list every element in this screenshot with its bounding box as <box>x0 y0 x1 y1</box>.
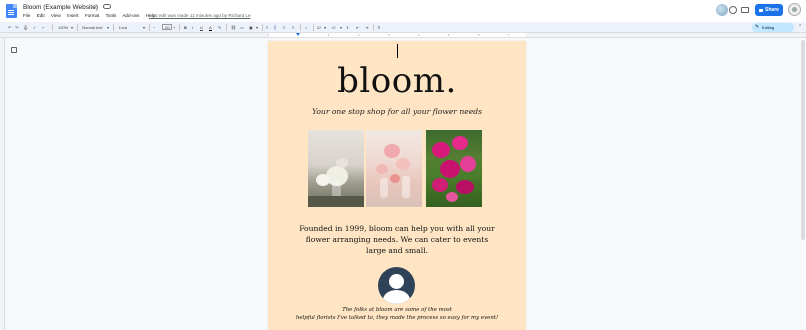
bold-button[interactable]: B <box>184 24 187 31</box>
increase-font-size-button[interactable]: + <box>173 24 175 31</box>
indent-increase-icon[interactable]: ⇥ <box>365 24 368 31</box>
business-description: Founded in 1999, bloom can help you with… <box>299 224 495 255</box>
account-avatar[interactable] <box>788 3 801 16</box>
justify-icon[interactable]: ≡ <box>292 24 294 31</box>
italic-button[interactable]: I <box>192 24 193 31</box>
menu-insert[interactable]: Insert <box>67 13 79 18</box>
paint-format-icon[interactable]: ⌐ <box>42 24 44 31</box>
font-size-input[interactable]: 20 <box>162 24 173 30</box>
toolbar-divider <box>113 24 114 31</box>
redo-icon[interactable]: ↷ <box>15 24 18 31</box>
print-icon[interactable]: ⎙ <box>24 24 27 31</box>
indent-decrease-icon[interactable]: ⇤ <box>356 24 359 31</box>
history-icon[interactable] <box>729 6 737 14</box>
toolbar-divider <box>226 24 227 31</box>
outline-icon[interactable] <box>11 47 17 53</box>
lock-icon <box>759 8 764 12</box>
ruler-tick: 2 <box>358 34 360 37</box>
zoom-dropdown-icon[interactable]: ▾ <box>71 24 73 31</box>
ruler-tick: 5 <box>448 34 450 37</box>
ruler-tick: 6 <box>478 34 480 37</box>
scrollbar[interactable] <box>801 40 805 240</box>
text-cursor <box>397 44 398 58</box>
ruler-tick: 4 <box>418 34 420 37</box>
bullet-list-icon[interactable]: •≡ <box>332 24 336 31</box>
google-docs-window: Bloom (Example Website) ☆ File Edit View… <box>0 0 806 330</box>
ruler-margin-right <box>526 33 806 38</box>
toolbar-divider <box>149 24 150 31</box>
toolbar-divider <box>179 24 180 31</box>
align-right-icon[interactable]: ≡ <box>283 24 285 31</box>
collaborator-avatar[interactable] <box>716 4 728 16</box>
ruler-tick: 3 <box>388 34 390 37</box>
flower-photo-magenta-bouquet[interactable] <box>426 130 482 207</box>
checklist-icon[interactable]: ☑ <box>317 24 321 31</box>
flower-photo-vase-white[interactable] <box>308 130 364 207</box>
testimonial-quote: The folks at bloom are some of the most … <box>288 306 506 322</box>
site-title: bloom. <box>337 61 457 101</box>
zoom-select[interactable]: 100% <box>58 24 68 31</box>
document-title[interactable]: Bloom (Example Website) <box>23 4 98 11</box>
toolbar: ↶ ↷ ⎙ ✓ ⌐ 100% ▾ Normal text ▾ Lora ▾ − … <box>0 22 806 33</box>
highlight-icon[interactable]: ✎ <box>218 24 221 31</box>
flower-photo-vase-pink[interactable] <box>366 130 422 207</box>
testimonial-avatar[interactable] <box>378 267 415 304</box>
font-dropdown-icon[interactable]: ▾ <box>143 24 145 31</box>
chat-icon[interactable] <box>741 7 749 13</box>
indent-marker[interactable] <box>296 33 300 36</box>
image-dropdown-icon[interactable]: ▾ <box>256 24 258 31</box>
ruler-tick: 1 <box>328 34 330 37</box>
document-page[interactable]: bloom. Your one stop shop for all your f… <box>268 41 526 330</box>
checklist-dropdown-icon[interactable]: ▾ <box>324 24 326 31</box>
editing-mode-label: Editing <box>762 25 775 30</box>
style-dropdown-icon[interactable]: ▾ <box>107 24 109 31</box>
star-icon[interactable]: ☆ <box>92 3 98 11</box>
numbered-list-icon[interactable]: ⒈ <box>346 24 350 31</box>
clear-formatting-icon[interactable]: T̸ <box>377 24 379 31</box>
align-left-icon[interactable]: ≡ <box>266 24 268 31</box>
font-select[interactable]: Lora <box>119 24 127 31</box>
docs-logo-icon[interactable] <box>6 4 17 18</box>
share-label: Share <box>765 7 779 13</box>
align-center-icon[interactable]: ≡ <box>274 24 277 31</box>
vertical-ruler[interactable] <box>0 38 5 330</box>
toolbar-divider <box>373 24 374 31</box>
collapse-toolbar-icon[interactable]: ⌃ <box>798 24 802 30</box>
cloud-status-icon[interactable] <box>103 4 111 9</box>
horizontal-ruler[interactable]: 1 1 2 3 4 5 6 7 <box>268 33 526 38</box>
menu-tools[interactable]: Tools <box>106 13 117 18</box>
title-bar: Bloom (Example Website) ☆ File Edit View… <box>0 0 806 22</box>
ruler-tick: 1 <box>268 34 270 37</box>
toolbar-divider <box>77 24 78 31</box>
bullet-dropdown-icon[interactable]: ▾ <box>340 24 342 31</box>
menu-file[interactable]: File <box>23 13 30 18</box>
toolbar-divider <box>300 24 301 31</box>
testimonial-line: helpful florists I've talked to, they ma… <box>295 315 499 321</box>
menu-view[interactable]: View <box>51 13 61 18</box>
toolbar-divider <box>313 24 314 31</box>
ruler-tick: 7 <box>508 34 510 37</box>
line-spacing-icon[interactable]: ↕ <box>305 24 307 31</box>
underline-button[interactable]: U <box>200 24 203 31</box>
paragraph-style-select[interactable]: Normal text <box>82 24 102 31</box>
link-icon[interactable]: ⛓ <box>231 24 236 31</box>
menu-edit[interactable]: Edit <box>37 13 45 18</box>
last-edit-link[interactable]: Last edit was made 11 minutes ago by Ric… <box>149 13 251 18</box>
toolbar-divider <box>262 24 263 31</box>
toolbar-divider <box>52 24 53 31</box>
decrease-font-size-button[interactable]: − <box>153 24 155 31</box>
menu-format[interactable]: Format <box>85 13 100 18</box>
spellcheck-icon[interactable]: ✓ <box>33 24 36 31</box>
share-button[interactable]: Share <box>755 4 783 16</box>
menu-addons[interactable]: Add-ons <box>122 13 139 18</box>
menu-bar: File Edit View Insert Format Tools Add-o… <box>23 13 160 18</box>
ruler-margin-left <box>0 33 268 38</box>
tagline: Your one stop shop for all your flower n… <box>312 107 482 116</box>
text-color-button[interactable]: A <box>209 24 212 31</box>
editing-mode-select[interactable]: Editing <box>752 23 794 32</box>
undo-icon[interactable]: ↶ <box>8 24 11 31</box>
image-icon[interactable]: ▣ <box>249 24 253 31</box>
comment-icon[interactable]: ▭ <box>240 24 244 31</box>
testimonial-line: The folks at bloom are some of the most <box>342 307 452 313</box>
